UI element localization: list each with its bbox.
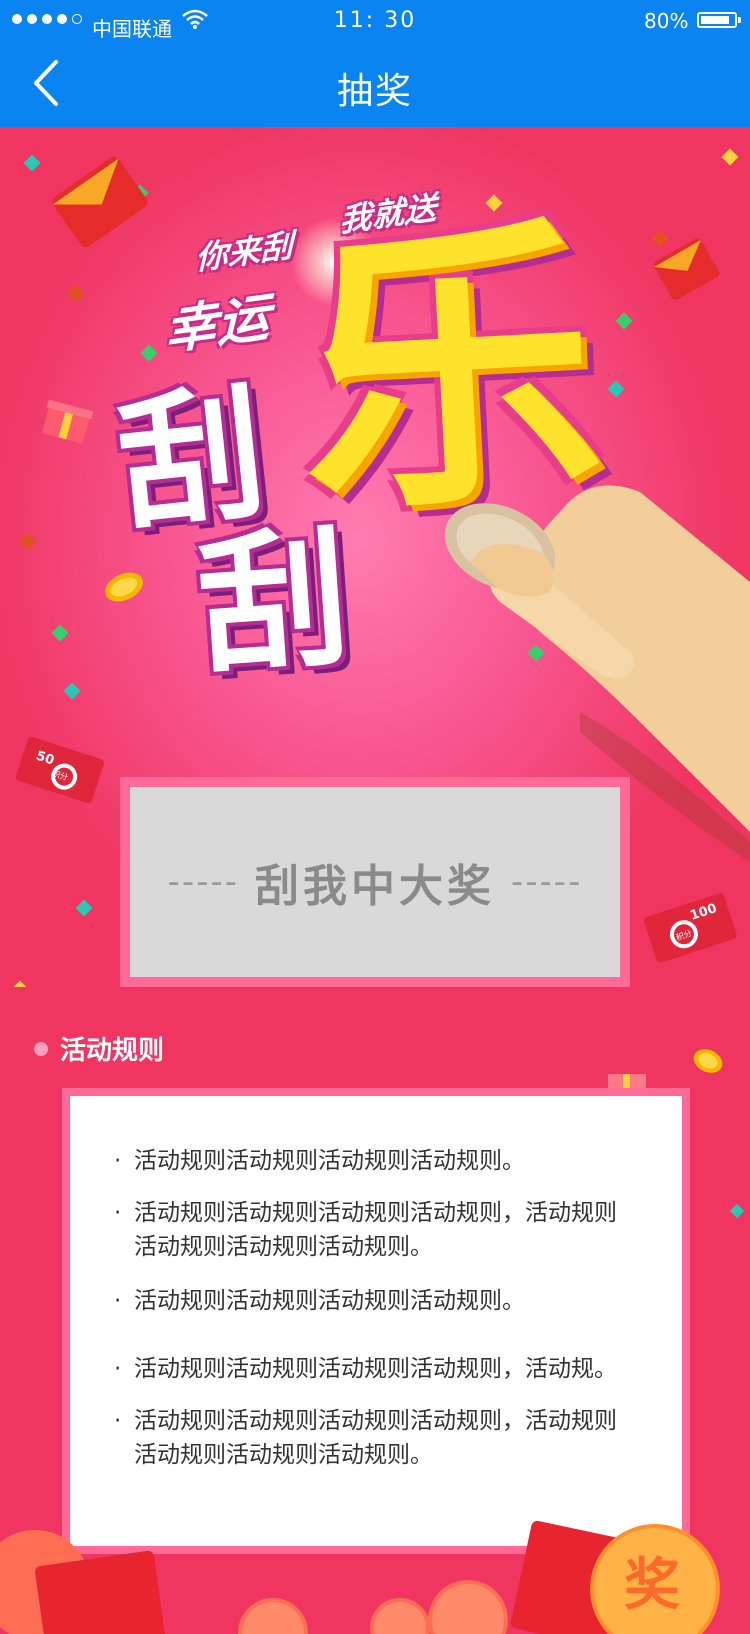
coin-icon [428, 1580, 508, 1634]
points-note-100 [643, 893, 737, 962]
bullet-dot-icon [34, 1041, 48, 1056]
scratch-card: ----- 刮我中大奖 ----- [120, 777, 630, 987]
scratch-dash-right: ----- [511, 862, 583, 902]
rule-item: 活动规则活动规则活动规则活动规则，活动规。 [114, 1352, 632, 1386]
top-bar: 中国联通 11: 30 80% 抽奖 [0, 0, 750, 127]
battery-percent: 80% [644, 9, 689, 33]
confetti-icon [607, 380, 625, 398]
confetti-icon [19, 532, 37, 550]
nav-bar: 抽奖 [0, 40, 750, 127]
headline-gua-2: 刮 [193, 511, 355, 696]
red-envelope-icon [653, 238, 720, 300]
hero-banner: 乐 你来刮 我就送 幸运 刮 刮 50 积分 100 积分 ----- 刮我中大… [0, 127, 750, 987]
rule-item: 活动规则活动规则活动规则活动规则。 [114, 1284, 632, 1318]
rules-header: 活动规则 [34, 1030, 164, 1067]
confetti-icon [23, 154, 41, 172]
bottom-decoration: 奖 [0, 1520, 750, 1634]
page-title: 抽奖 [336, 71, 413, 112]
coin-icon [370, 1598, 430, 1634]
confetti-icon [67, 284, 85, 302]
confetti-icon [729, 1203, 745, 1219]
scratch-area[interactable]: ----- 刮我中大奖 ----- [130, 787, 620, 977]
coin-icon [693, 1049, 723, 1073]
status-time: 11: 30 [333, 8, 417, 33]
scratch-dash-left: ----- [167, 862, 239, 902]
confetti-icon [721, 148, 739, 166]
rules-card: 活动规则活动规则活动规则活动规则。 活动规则活动规则活动规则活动规则，活动规则活… [62, 1088, 690, 1554]
slogan-ni-lai-gua: 你来刮 [195, 226, 293, 278]
status-bar: 中国联通 11: 30 80% [0, 0, 750, 41]
coin-icon [238, 1598, 308, 1634]
confetti-icon [11, 980, 29, 987]
confetti-icon [63, 682, 81, 700]
coin-icon [105, 572, 143, 602]
battery-icon [697, 12, 741, 28]
confetti-icon [75, 899, 93, 917]
gift-box-icon [42, 399, 94, 444]
prize-badge-label: 奖 [624, 1553, 680, 1618]
rules-list: 活动规则活动规则活动规则活动规则。 活动规则活动规则活动规则活动规则，活动规则活… [70, 1096, 682, 1546]
rules-title: 活动规则 [60, 1036, 165, 1066]
confetti-icon [615, 312, 633, 330]
rule-item: 活动规则活动规则活动规则活动规则。 [114, 1144, 632, 1178]
red-envelope-icon [52, 157, 148, 247]
rule-item: 活动规则活动规则活动规则活动规则，活动规则活动规则活动规则活动规则。 [114, 1196, 632, 1264]
confetti-icon [51, 624, 69, 642]
scratch-label: 刮我中大奖 [255, 861, 495, 912]
rule-item: 活动规则活动规则活动规则活动规则，活动规则活动规则活动规则活动规则。 [114, 1404, 632, 1472]
